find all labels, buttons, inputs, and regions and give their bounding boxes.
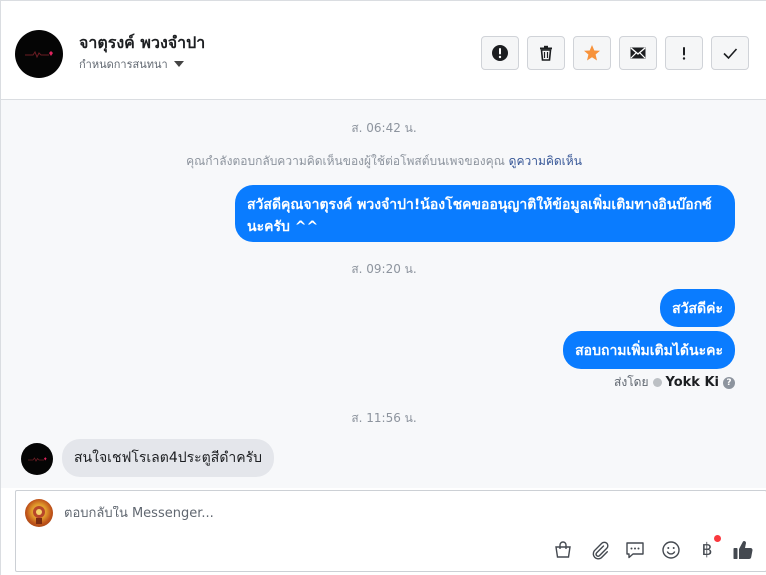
mark-spam-button[interactable] xyxy=(481,36,519,70)
contact-avatar[interactable] xyxy=(15,30,63,78)
contact-name[interactable]: จาตุรงค์ พวงจำปา xyxy=(79,31,205,56)
composer-toolbar: ฿ xyxy=(552,535,754,561)
star-icon xyxy=(584,45,600,61)
timestamp: ส. 11:56 น. xyxy=(351,411,417,425)
timestamp: ส. 06:42 น. xyxy=(351,121,417,135)
contact-avatar-small[interactable] xyxy=(21,443,53,475)
thumbs-up-icon xyxy=(733,541,753,560)
shopping-bag-icon xyxy=(555,541,571,558)
chat-bubble-icon xyxy=(626,542,644,559)
reply-input[interactable] xyxy=(64,506,724,521)
help-icon[interactable]: ? xyxy=(723,376,735,389)
baht-icon: ฿ xyxy=(701,540,713,560)
messenger-inbox-panel: จาตุรงค์ พวงจำปา กำหนดการสนทนา ส. 06:42 … xyxy=(0,0,766,575)
smiley-icon xyxy=(662,541,680,559)
assign-label: กำหนดการสนทนา xyxy=(79,58,168,71)
caret-down-icon xyxy=(173,61,184,67)
outgoing-message[interactable]: สอบถามเพิ่มเติมได้นะคะ xyxy=(563,331,735,369)
conversation-header: จาตุรงค์ พวงจำปา กำหนดการสนทนา xyxy=(1,9,766,100)
timestamp: ส. 09:20 น. xyxy=(351,262,417,276)
emoji-button[interactable] xyxy=(660,539,682,561)
notice-text: คุณกำลังตอบกลับความคิดเห็นของผู้ใช้ต่อโพ… xyxy=(186,154,505,168)
shop-button[interactable] xyxy=(552,539,574,561)
saved-replies-button[interactable] xyxy=(624,539,646,561)
header-actions xyxy=(481,36,749,70)
like-button[interactable] xyxy=(732,539,754,561)
sent-by-name: Yokk Ki xyxy=(665,375,720,390)
payment-button[interactable]: ฿ xyxy=(696,535,721,561)
exclamation-icon xyxy=(682,47,686,60)
notification-dot xyxy=(714,535,721,542)
attach-button[interactable] xyxy=(588,539,610,561)
reply-composer: ฿ xyxy=(15,490,766,572)
star-button[interactable] xyxy=(573,36,611,70)
sent-by-label: ส่งโดย xyxy=(614,375,649,389)
check-icon xyxy=(723,48,738,60)
paperclip-icon xyxy=(592,541,609,560)
page-admin-icon xyxy=(652,378,662,387)
mark-unread-button[interactable] xyxy=(619,36,657,70)
exclamation-circle-icon xyxy=(492,45,508,61)
assign-conversation-dropdown[interactable]: กำหนดการสนทนา xyxy=(79,55,184,73)
outgoing-message[interactable]: สวัสดีค่ะ xyxy=(660,289,735,327)
mark-done-button[interactable] xyxy=(711,36,749,70)
outgoing-message[interactable]: สวัสดีคุณจาตุรงค์ พวงจำปา!น้องโชคขออนุญา… xyxy=(235,185,735,242)
sent-by-info: ส่งโดย Yokk Ki ? xyxy=(614,373,735,392)
envelope-icon xyxy=(630,47,646,59)
view-comment-link[interactable]: ดูความคิดเห็น xyxy=(509,154,582,168)
message-thread[interactable]: ส. 06:42 น. คุณกำลังตอบกลับความคิดเห็นขอ… xyxy=(1,100,766,488)
page-avatar xyxy=(25,499,53,527)
trash-icon xyxy=(540,45,552,61)
delete-button[interactable] xyxy=(527,36,565,70)
comment-reply-notice: คุณกำลังตอบกลับความคิดเห็นของผู้ใช้ต่อโพ… xyxy=(1,152,766,171)
flag-button[interactable] xyxy=(665,36,703,70)
incoming-message[interactable]: สนใจเชฟโรเลต4ประตูสีดำครับ xyxy=(62,439,275,477)
